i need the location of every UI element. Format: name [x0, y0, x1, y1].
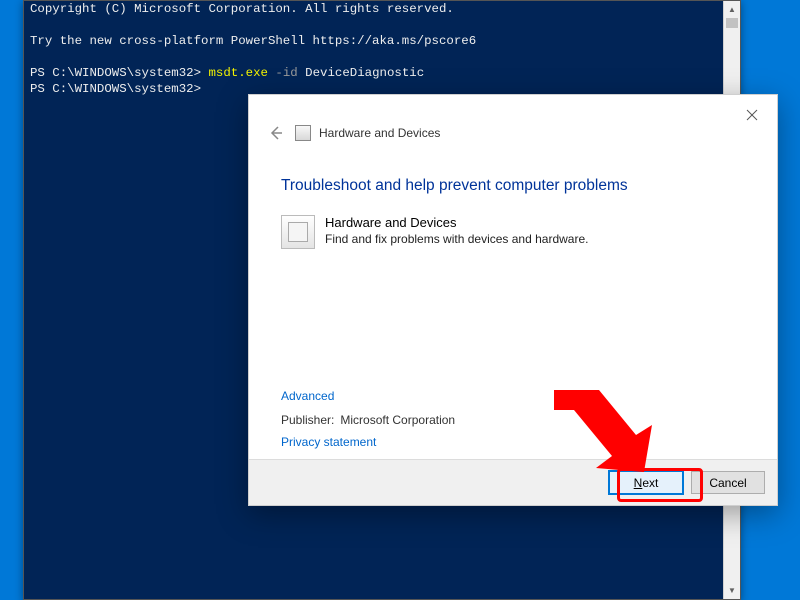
cancel-button[interactable]: Cancel [691, 471, 765, 494]
dialog-title: Hardware and Devices [319, 126, 440, 140]
cmd-exe: msdt.exe [208, 66, 268, 80]
cmd-flag: -id [268, 66, 305, 80]
item-description: Find and fix problems with devices and h… [325, 232, 588, 246]
arrow-left-icon [268, 125, 284, 141]
close-button[interactable] [737, 103, 767, 127]
dialog-header: Hardware and Devices [249, 95, 777, 155]
dialog-lower: Advanced Publisher: Microsoft Corporation… [249, 389, 777, 459]
dialog-body: Troubleshoot and help prevent computer p… [249, 155, 777, 389]
back-button[interactable] [265, 122, 287, 144]
dialog-footer: Next Cancel [249, 459, 777, 505]
scroll-up-button[interactable]: ▲ [724, 1, 740, 18]
publisher-label: Publisher: [281, 413, 334, 427]
page-heading: Troubleshoot and help prevent computer p… [281, 177, 745, 195]
publisher-value: Microsoft Corporation [340, 413, 455, 427]
next-rest: ext [642, 476, 658, 490]
privacy-link[interactable]: Privacy statement [281, 435, 745, 449]
advanced-link[interactable]: Advanced [281, 389, 745, 403]
troubleshooter-dialog: Hardware and Devices Troubleshoot and he… [248, 94, 778, 506]
cmd-arg: DeviceDiagnostic [305, 66, 424, 80]
troubleshooter-icon [295, 125, 311, 141]
scroll-down-button[interactable]: ▼ [724, 582, 740, 599]
close-icon [746, 109, 758, 121]
ps-prompt: PS C:\WINDOWS\system32> [30, 66, 208, 80]
ps-prompt: PS C:\WINDOWS\system32> [30, 82, 201, 96]
scroll-thumb[interactable] [726, 18, 738, 28]
hardware-icon [281, 215, 315, 249]
publisher-line: Publisher: Microsoft Corporation [281, 413, 745, 427]
console-output: Copyright (C) Microsoft Corporation. All… [24, 1, 740, 103]
item-title: Hardware and Devices [325, 215, 588, 230]
console-line: Try the new cross-platform PowerShell ht… [30, 34, 476, 48]
troubleshooter-item: Hardware and Devices Find and fix proble… [281, 215, 745, 249]
next-button[interactable]: Next [609, 471, 683, 494]
console-line: Copyright (C) Microsoft Corporation. All… [30, 2, 454, 16]
